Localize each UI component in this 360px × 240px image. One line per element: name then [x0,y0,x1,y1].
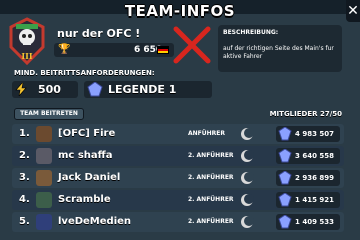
avatar [36,170,52,186]
crescent-icon [241,194,254,206]
member-trophies: 1 409 533 [295,218,334,226]
required-trophies-box: 500 [12,81,78,98]
member-role: 2. ANFÜHRER [188,174,234,181]
description-text: auf der richtigen Seite des Main's fur a… [223,45,334,60]
gem-icon [278,171,292,185]
list-item[interactable]: 5. lveDeMedien 2. ANFÜHRER 1 409 533 [12,212,344,232]
requirements-label: MIND. BEITRITTSANFORDERUNGEN: [14,69,155,77]
club-badge-icon: III [9,17,45,65]
members-count: MITGLIEDER 27/50 [269,110,342,118]
crescent-icon [241,172,254,184]
member-trophy-box: 4 983 507 [276,126,340,142]
member-trophy-box: 3 640 558 [276,148,340,164]
required-trophies: 500 [38,83,61,96]
member-role: 2. ANFÜHRER [188,218,234,225]
member-name: lveDeMedien [58,216,132,227]
avatar [36,214,52,230]
member-name: Scramble [58,194,111,205]
page-title: TEAM-INFOS [124,2,236,20]
red-x-icon [173,26,211,64]
required-league-box: LEGENDE 1 [84,81,212,98]
member-trophies: 2 936 899 [295,174,334,182]
gem-icon [278,149,292,163]
avatar [36,148,52,164]
gem-icon [278,215,292,229]
avatar [36,192,52,208]
crescent-icon [241,150,254,162]
member-rank: 4. [19,194,30,205]
list-item[interactable]: 1. [OFC] Fire ANFÜHRER 4 983 507 [12,124,344,144]
member-trophy-box: 1 409 533 [276,214,340,230]
member-rank: 1. [19,128,30,139]
avatar [36,126,52,142]
close-button[interactable]: ✕ [346,0,360,22]
member-trophies: 4 983 507 [295,130,334,138]
join-team-button[interactable]: TEAM BEITRETEN [14,108,84,120]
member-role: ANFÜHRER [188,130,225,137]
close-icon: ✕ [347,3,359,19]
member-trophies: 1 415 921 [295,196,334,204]
member-rank: 5. [19,216,30,227]
svg-text:III: III [21,51,32,61]
member-name: Jack Daniel [58,172,121,183]
member-role: 2. ANFÜHRER [188,196,234,203]
list-item[interactable]: 3. Jack Daniel 2. ANFÜHRER 2 936 899 [12,168,344,188]
members-list: 1. [OFC] Fire ANFÜHRER 4 983 507 2. mc s… [12,124,344,234]
description-heading: BESCHREIBUNG: [223,29,279,36]
required-league: LEGENDE 1 [108,83,177,96]
member-rank: 2. [19,150,30,161]
member-trophy-box: 1 415 921 [276,192,340,208]
team-info-panel: TEAM-INFOS ✕ III nur der OFC ! 🏆 6 650 B… [0,0,360,240]
member-name: [OFC] Fire [58,128,116,139]
lightning-icon [15,83,27,96]
flag-germany-icon [157,46,169,54]
member-trophy-box: 2 936 899 [276,170,340,186]
crescent-icon [241,128,254,140]
trophy-icon: 🏆 [58,44,71,55]
member-role: 2. ANFÜHRER [188,152,234,159]
list-item[interactable]: 4. Scramble 2. ANFÜHRER 1 415 921 [12,190,344,210]
member-trophies: 3 640 558 [295,152,334,160]
club-name: nur der OFC ! [57,27,141,40]
member-rank: 3. [19,172,30,183]
crescent-icon [241,216,254,228]
member-name: mc shaffa [58,150,113,161]
league-gem-icon [87,82,103,97]
list-item[interactable]: 2. mc shaffa 2. ANFÜHRER 3 640 558 [12,146,344,166]
description-box: BESCHREIBUNG: auf der richtigen Seite de… [218,25,342,72]
gem-icon [278,193,292,207]
club-trophy-box: 🏆 6 650 [54,43,174,57]
gem-icon [278,127,292,141]
